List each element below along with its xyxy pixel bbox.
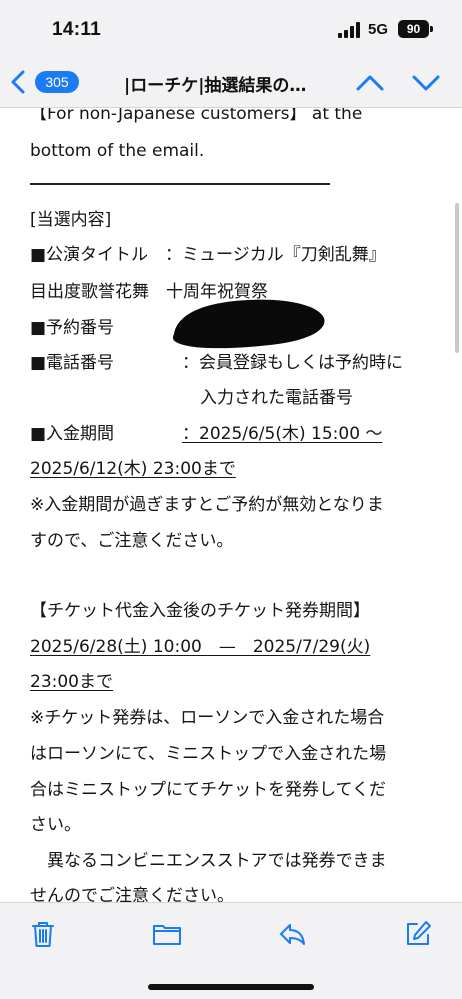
body-line: ：会員登録もしくは予約時に bbox=[182, 353, 403, 373]
previous-message-icon[interactable] bbox=[354, 70, 386, 96]
email-body[interactable]: 【For non-Japanese customers】 at the bott… bbox=[0, 108, 462, 902]
body-line: [当選内容] bbox=[30, 210, 112, 230]
back-chevron-icon[interactable] bbox=[8, 68, 30, 96]
body-line: 合はミニストップにてチケットを発券してくだ bbox=[30, 780, 386, 800]
body-line: 【チケット代金入金後のチケット発券期間】 bbox=[30, 601, 370, 621]
issue-period-link[interactable]: 2025/6/28(土) 10:00 — 2025/7/29(火) bbox=[30, 635, 370, 659]
body-line: ※チケット発券は、ローソンで入金された場合 bbox=[30, 708, 385, 728]
body-line: 【For non-Japanese customers】 at the bbox=[30, 108, 363, 124]
body-line: ■公演タイトル ：ミュージカル『刀剣乱舞』 bbox=[30, 245, 386, 265]
trash-icon[interactable] bbox=[28, 919, 58, 949]
mail-nav-bar: 305 |ローチケ|抽選結果の… bbox=[0, 58, 462, 108]
unread-count-badge[interactable]: 305 bbox=[35, 71, 79, 93]
status-time: 14:11 bbox=[52, 19, 102, 40]
message-subject-title: |ローチケ|抽選結果の… bbox=[124, 76, 307, 96]
body-line: 入力された電話番号 bbox=[200, 388, 353, 408]
status-bar: 14:11 5G 90 bbox=[0, 0, 462, 58]
payment-period-end-link[interactable]: 2025/6/12(木) 23:00まで bbox=[30, 457, 236, 481]
body-line: ※入金期間が過ぎますとご予約が無効となりま bbox=[30, 495, 384, 515]
body-line: ■予約番号 bbox=[30, 318, 115, 338]
signal-icon bbox=[338, 22, 362, 38]
battery-nub bbox=[430, 26, 433, 32]
battery-icon: 90 bbox=[398, 20, 429, 38]
body-line: はローソンにて、ミニストップで入金された場 bbox=[30, 744, 387, 764]
body-line: 異なるコンビニエンスストアでは発券できま bbox=[30, 851, 387, 871]
scrollbar[interactable] bbox=[455, 203, 459, 353]
body-line: ■入金期間 bbox=[30, 424, 115, 444]
network-type: 5G bbox=[368, 21, 389, 38]
body-line: bottom of the email. bbox=[30, 141, 205, 161]
issue-period-end-link[interactable]: 23:00まで bbox=[30, 670, 113, 694]
compose-icon[interactable] bbox=[403, 919, 433, 949]
body-line: さい。 bbox=[30, 815, 81, 835]
home-indicator[interactable] bbox=[148, 984, 314, 990]
redaction-scribble bbox=[172, 299, 325, 349]
next-message-icon[interactable] bbox=[410, 70, 442, 96]
battery-level: 90 bbox=[406, 22, 421, 36]
divider-rule bbox=[30, 183, 330, 185]
body-line: すので、ご注意ください。 bbox=[30, 531, 234, 551]
folder-icon[interactable] bbox=[152, 919, 182, 949]
payment-period-start-link[interactable]: ：2025/6/5(木) 15:00 〜 bbox=[182, 422, 382, 446]
reply-icon[interactable] bbox=[277, 919, 307, 949]
body-line: せんのでご注意ください。 bbox=[30, 886, 234, 902]
body-line: ■電話番号 bbox=[30, 353, 115, 373]
